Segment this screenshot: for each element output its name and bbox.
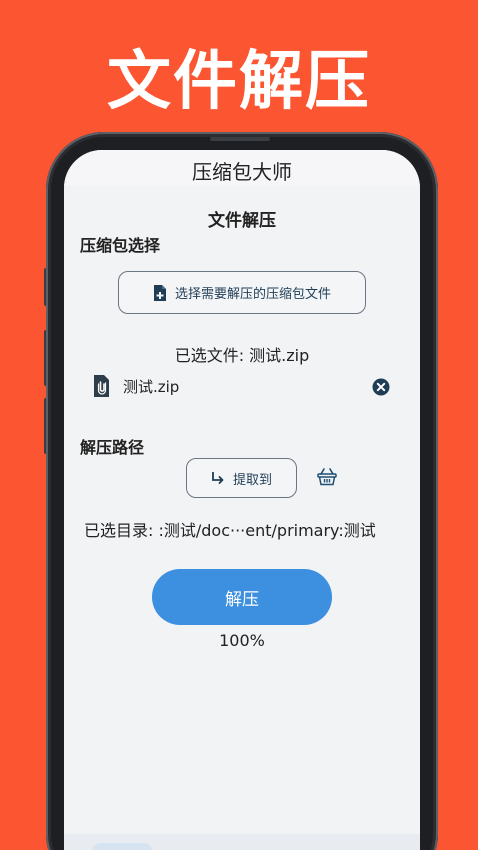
extract-path-section-label: 解压路径	[80, 438, 145, 457]
app-screen: 压缩包大师 文件解压 压缩包选择 选择需要解压的压缩包文件 已选文件: 测试.z…	[64, 150, 420, 850]
progress-text: 100%	[219, 631, 265, 650]
basket-icon[interactable]	[317, 468, 337, 486]
decompress-button-label: 解压	[225, 589, 259, 610]
selected-directory-text: 已选目录: :测试/doc···ent/primary:测试	[84, 521, 376, 540]
bottom-nav-active-indicator	[92, 843, 152, 850]
remove-file-icon[interactable]	[372, 378, 390, 396]
app-title-bar: 压缩包大师	[64, 150, 420, 186]
page-heading: 文件解压	[208, 211, 276, 231]
selected-file-text: 已选文件: 测试.zip	[174, 346, 310, 365]
phone-speaker	[210, 137, 270, 141]
app-title: 压缩包大师	[192, 160, 292, 184]
select-archive-button-label: 选择需要解压的压缩包文件	[174, 287, 331, 302]
selected-file-name: 测试.zip	[123, 378, 180, 396]
file-add-icon	[153, 284, 166, 301]
arrow-turn-right-icon	[212, 472, 224, 484]
banner-title: 文件解压	[107, 44, 371, 119]
extract-to-button[interactable]: 提取到	[186, 458, 297, 498]
decompress-button[interactable]: 解压	[152, 569, 332, 625]
select-archive-button[interactable]: 选择需要解压的压缩包文件	[118, 271, 366, 314]
extract-to-button-label: 提取到	[232, 472, 272, 488]
archive-section-label: 压缩包选择	[80, 236, 161, 255]
zip-file-icon	[94, 375, 109, 397]
